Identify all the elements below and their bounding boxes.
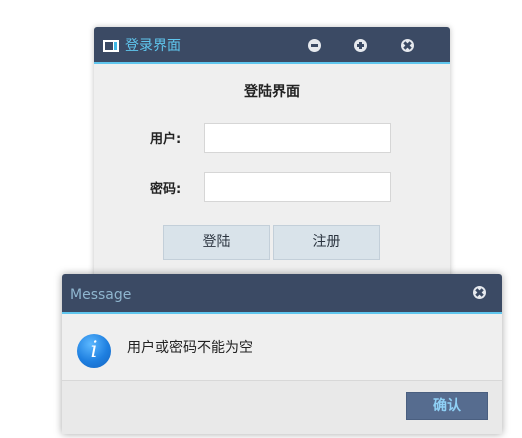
window-title: 登录界面 — [125, 38, 181, 54]
message-dialog: Message i 用户或密码不能为空 确认 — [62, 274, 502, 434]
app-window-icon — [103, 40, 119, 52]
close-icon[interactable] — [401, 39, 414, 52]
confirm-button[interactable]: 确认 — [406, 392, 488, 420]
message-text: 用户或密码不能为空 — [127, 340, 253, 356]
username-label: 用户: — [150, 132, 182, 147]
login-button[interactable]: 登陆 — [163, 225, 270, 260]
minimize-icon[interactable] — [308, 39, 321, 52]
login-heading: 登陆界面 — [244, 84, 300, 100]
login-window: 登录界面 登陆界面 用户: 密码: 登陆 注册 — [94, 27, 450, 287]
message-title: Message — [70, 287, 132, 303]
password-input[interactable] — [204, 172, 391, 202]
username-input[interactable] — [204, 123, 391, 153]
message-titlebar[interactable]: Message — [62, 274, 502, 314]
info-icon: i — [77, 334, 111, 368]
password-label: 密码: — [150, 182, 182, 197]
login-titlebar[interactable]: 登录界面 — [94, 27, 450, 64]
maximize-icon[interactable] — [354, 39, 367, 52]
register-button[interactable]: 注册 — [273, 225, 380, 260]
close-icon[interactable] — [473, 286, 486, 299]
desktop: 登录界面 登陆界面 用户: 密码: 登陆 注册 Message i 用户或密码不… — [0, 0, 522, 438]
